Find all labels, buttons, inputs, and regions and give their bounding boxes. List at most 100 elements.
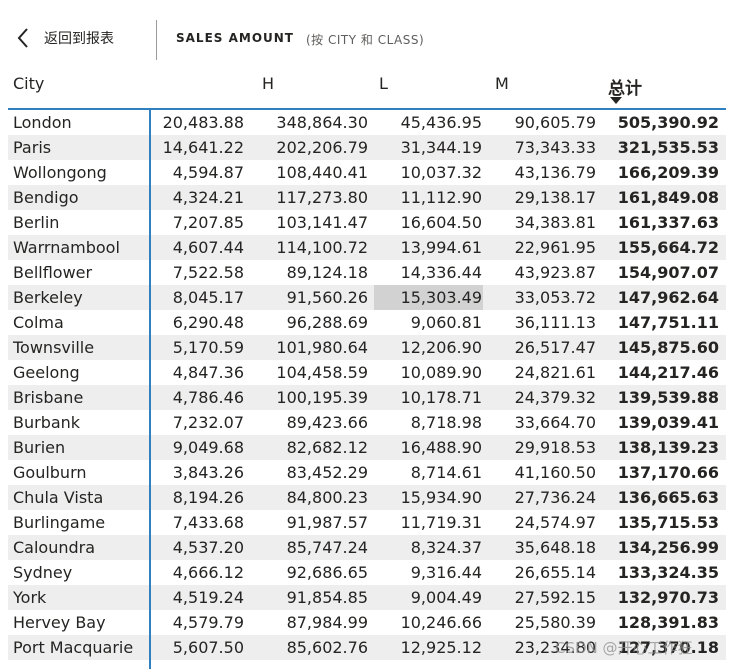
table-row[interactable]: Burien 9,049.68 82,682.12 16,488.90 29,918.5…	[8, 435, 726, 460]
cell-city[interactable]: Geelong	[13, 360, 80, 385]
cell-m[interactable]: 31,344.19	[401, 135, 482, 160]
cell-m2[interactable]: 22,961.95	[515, 235, 596, 260]
cell-m[interactable]: 9,004.49	[411, 585, 482, 610]
table-row[interactable]: Wollongong 4,594.87 108,440.41 10,037.32 43,…	[8, 160, 726, 185]
cell-city[interactable]: London	[13, 110, 72, 135]
cell-city[interactable]: Goulburn	[13, 460, 87, 485]
cell-m2[interactable]: 33,664.70	[515, 410, 596, 435]
cell-l[interactable]: 114,100.72	[276, 235, 368, 260]
cell-total[interactable]: 147,751.11	[618, 310, 719, 335]
cell-h[interactable]: 4,786.46	[173, 385, 244, 410]
cell-h[interactable]: 4,579.79	[173, 610, 244, 635]
cell-m2[interactable]: 27,736.24	[515, 485, 596, 510]
cell-h[interactable]: 8,045.17	[173, 285, 244, 310]
cell-city[interactable]: Townsville	[13, 335, 94, 360]
table-row[interactable]: Hervey Bay 4,579.79 87,984.99 10,246.66 25,5…	[8, 610, 726, 635]
cell-l[interactable]: 91,987.57	[287, 510, 368, 535]
cell-city[interactable]: Wollongong	[13, 160, 107, 185]
cell-h[interactable]: 5,607.50	[173, 635, 244, 660]
cell-city[interactable]: York	[13, 585, 46, 610]
cell-total[interactable]: 137,170.66	[618, 460, 719, 485]
cell-l[interactable]: 91,854.85	[287, 585, 368, 610]
cell-l[interactable]: 117,273.80	[276, 185, 368, 210]
cell-city[interactable]: Berlin	[13, 210, 59, 235]
cell-h[interactable]: 14,641.22	[163, 135, 244, 160]
column-header-m[interactable]: M	[495, 74, 509, 93]
cell-total[interactable]: 127,370.18	[618, 635, 719, 660]
cell-m2[interactable]: 41,160.50	[515, 460, 596, 485]
cell-city[interactable]: Caloundra	[13, 535, 95, 560]
cell-l[interactable]: 348,864.30	[276, 110, 368, 135]
cell-total[interactable]: 145,875.60	[618, 335, 719, 360]
table-row[interactable]: Port Macquarie 5,607.50 85,602.76 12,925.12…	[8, 635, 726, 660]
cell-city[interactable]: Burbank	[13, 410, 80, 435]
cell-city[interactable]: Berkeley	[13, 285, 83, 310]
table-row[interactable]: Caloundra 4,537.20 85,747.24 8,324.37 35,648…	[8, 535, 726, 560]
cell-m2[interactable]: 25,580.39	[515, 610, 596, 635]
cell-h[interactable]: 7,207.85	[173, 210, 244, 235]
cell-total[interactable]: 505,390.92	[618, 110, 719, 135]
cell-city[interactable]: Chula Vista	[13, 485, 103, 510]
cell-h[interactable]: 7,522.58	[173, 260, 244, 285]
cell-h[interactable]: 20,483.88	[163, 110, 244, 135]
cell-m2[interactable]: 43,136.79	[515, 160, 596, 185]
cell-l[interactable]: 92,686.65	[287, 560, 368, 585]
column-header-total[interactable]: 总计	[608, 74, 642, 99]
cell-l[interactable]: 103,141.47	[276, 210, 368, 235]
cell-m2[interactable]: 29,138.17	[515, 185, 596, 210]
cell-total[interactable]: 136,665.63	[618, 485, 719, 510]
back-to-report-button[interactable]: 返回到报表	[16, 24, 114, 52]
cell-total[interactable]: 134,256.99	[618, 535, 719, 560]
cell-m[interactable]: 10,037.32	[401, 160, 482, 185]
column-header-l[interactable]: L	[379, 74, 388, 93]
cell-m[interactable]: 45,436.95	[401, 110, 482, 135]
cell-m[interactable]: 8,324.37	[411, 535, 482, 560]
table-row[interactable]: Sydney 4,666.12 92,686.65 9,316.44 26,655.14…	[8, 560, 726, 585]
cell-l[interactable]: 87,984.99	[287, 610, 368, 635]
cell-h[interactable]: 4,594.87	[173, 160, 244, 185]
cell-l[interactable]: 83,452.29	[287, 460, 368, 485]
cell-m[interactable]: 10,178.71	[401, 385, 482, 410]
table-row[interactable]: Brisbane 4,786.46 100,195.39 10,178.71 24,37…	[8, 385, 726, 410]
cell-total[interactable]: 144,217.46	[618, 360, 719, 385]
cell-m[interactable]: 14,336.44	[401, 260, 482, 285]
table-row[interactable]: Burlingame 7,433.68 91,987.57 11,719.31 24,5…	[8, 510, 726, 535]
cell-total[interactable]: 321,535.53	[618, 135, 719, 160]
cell-m[interactable]: 8,714.61	[411, 460, 482, 485]
cell-total[interactable]: 139,539.88	[618, 385, 719, 410]
cell-city[interactable]: Burien	[13, 435, 65, 460]
cell-m[interactable]: 15,303.49	[401, 285, 482, 310]
cell-h[interactable]: 4,666.12	[173, 560, 244, 585]
cell-m[interactable]: 15,934.90	[401, 485, 482, 510]
cell-h[interactable]: 4,324.21	[173, 185, 244, 210]
cell-h[interactable]: 4,607.44	[173, 235, 244, 260]
cell-m2[interactable]: 24,379.32	[515, 385, 596, 410]
cell-total[interactable]: 154,907.07	[618, 260, 719, 285]
cell-total[interactable]: 139,039.41	[618, 410, 719, 435]
cell-total[interactable]: 155,664.72	[618, 235, 719, 260]
table-row[interactable]: Bendigo 4,324.21 117,273.80 11,112.90 29,138…	[8, 185, 726, 210]
cell-total[interactable]: 132,970.73	[618, 585, 719, 610]
table-row[interactable]: Goulburn 3,843.26 83,452.29 8,714.61 41,160.…	[8, 460, 726, 485]
cell-m2[interactable]: 27,592.15	[515, 585, 596, 610]
sort-descending-icon[interactable]	[610, 97, 622, 104]
column-header-h[interactable]: H	[262, 74, 274, 93]
cell-m2[interactable]: 90,605.79	[515, 110, 596, 135]
cell-h[interactable]: 8,194.26	[173, 485, 244, 510]
cell-m2[interactable]: 24,821.61	[515, 360, 596, 385]
cell-city[interactable]: Paris	[13, 135, 51, 160]
table-row[interactable]: Burbank 7,232.07 89,423.66 8,718.98 33,664.7…	[8, 410, 726, 435]
cell-l[interactable]: 84,800.23	[287, 485, 368, 510]
cell-l[interactable]: 85,747.24	[287, 535, 368, 560]
cell-city[interactable]: Hervey Bay	[13, 610, 106, 635]
cell-city[interactable]: Port Macquarie	[13, 635, 133, 660]
cell-m2[interactable]: 36,111.13	[515, 310, 596, 335]
cell-h[interactable]: 7,433.68	[173, 510, 244, 535]
table-row[interactable]: Geelong 4,847.36 104,458.59 10,089.90 24,821…	[8, 360, 726, 385]
cell-m[interactable]: 16,604.50	[401, 210, 482, 235]
cell-total[interactable]: 128,391.83	[618, 610, 719, 635]
cell-h[interactable]: 7,232.07	[173, 410, 244, 435]
cell-h[interactable]: 4,847.36	[173, 360, 244, 385]
cell-city[interactable]: Bendigo	[13, 185, 79, 210]
table-row[interactable]: Colma 6,290.48 96,288.69 9,060.81 36,111.13 1…	[8, 310, 726, 335]
